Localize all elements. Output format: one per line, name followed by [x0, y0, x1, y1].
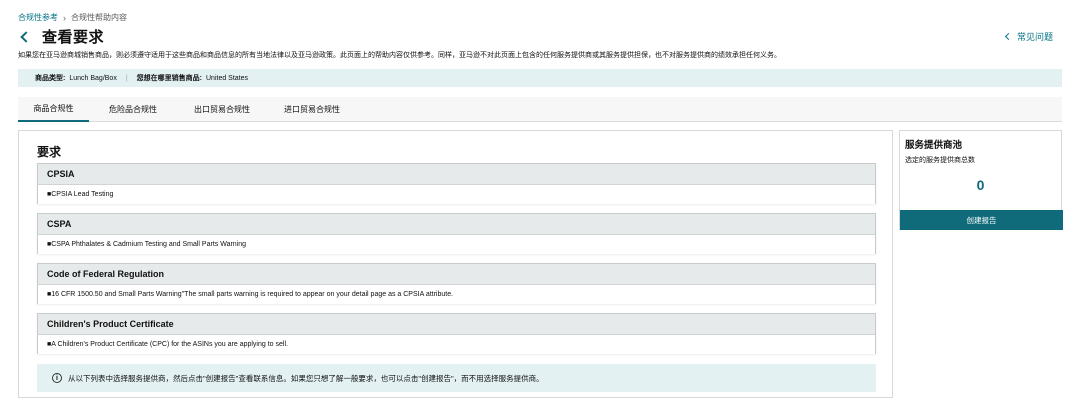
requirement-section-cpc: Children's Product Certificate ■A Childr… [37, 313, 876, 354]
provider-count: 0 [976, 177, 985, 193]
divider: | [125, 74, 128, 82]
faq-link-label: 常见问题 [1016, 32, 1053, 42]
tab-import-trade-compliance[interactable]: 进口贸易合规性 [272, 97, 352, 122]
marketplace-value: United States [206, 74, 249, 82]
requirements-panel: 要求 CPSIA ■CPSIA Lead Testing CSPA ■CSPA … [18, 130, 893, 398]
chevron-left-icon [1004, 32, 1013, 41]
requirement-section-cfr: Code of Federal Regulation ■16 CFR 1500.… [37, 263, 876, 304]
page-title: 查看要求 [42, 29, 105, 46]
provider-pool-title: 服务提供商池 [905, 140, 963, 151]
requirement-detail: ■CSPA Phthalates & Cadmium Testing and S… [38, 235, 875, 254]
requirement-section-cspa: CSPA ■CSPA Phthalates & Cadmium Testing … [37, 213, 876, 254]
product-info-bar: 商品类型: Lunch Bag/Box | 您想在哪里销售商品: United … [18, 69, 1062, 87]
breadcrumb-current: 合规性帮助内容 [71, 13, 127, 22]
requirements-title: 要求 [37, 145, 62, 159]
breadcrumb-separator-icon: › [63, 12, 66, 23]
back-chevron-icon[interactable] [20, 31, 32, 43]
tab-dangerous-goods-compliance[interactable]: 危险品合规性 [100, 97, 166, 122]
requirement-detail: ■16 CFR 1500.50 and Small Parts Warning"… [38, 285, 875, 304]
product-type-value: Lunch Bag/Box [69, 74, 117, 82]
create-report-button[interactable]: 创建报告 [900, 210, 1063, 230]
requirement-detail: ■A Children's Product Certificate (CPC) … [38, 335, 875, 354]
marketplace-label: 您想在哪里销售商品: [136, 75, 202, 82]
breadcrumb-link-compliance-reference[interactable]: 合规性参考 [18, 12, 58, 23]
requirement-heading: CSPA [38, 214, 875, 235]
info-icon: i [52, 373, 62, 383]
product-type-label: 商品类型: [35, 75, 66, 82]
provider-pool-panel: 服务提供商池 选定的服务提供商总数 0 创建报告 [899, 130, 1063, 230]
info-alert-text: 从以下列表中选择服务提供商，然后点击"创建报告"查看联系信息。如果您只想了解一般… [68, 373, 544, 383]
breadcrumb: 合规性参考 › 合规性帮助内容 [18, 12, 127, 23]
tab-product-compliance[interactable]: 商品合规性 [18, 97, 89, 122]
requirement-heading: Children's Product Certificate [38, 314, 875, 335]
disclaimer-text: 如果您在亚马逊商城销售商品，则必须遵守适用于这些商品和商品信息的所有当地法律以及… [18, 52, 781, 59]
provider-pool-subtitle: 选定的服务提供商总数 [905, 157, 975, 164]
requirement-heading: Code of Federal Regulation [38, 264, 875, 285]
requirement-heading: CPSIA [38, 164, 875, 185]
tab-export-trade-compliance[interactable]: 出口贸易合规性 [182, 97, 262, 122]
requirement-detail: ■CPSIA Lead Testing [38, 185, 875, 204]
page-header: 查看要求 [20, 26, 105, 47]
requirement-section-cpsia: CPSIA ■CPSIA Lead Testing [37, 163, 876, 204]
compliance-tabs: 商品合规性 危险品合规性 出口贸易合规性 进口贸易合规性 [18, 97, 1062, 122]
info-alert: i 从以下列表中选择服务提供商，然后点击"创建报告"查看联系信息。如果您只想了解… [37, 364, 876, 392]
faq-link[interactable]: 常见问题 [1004, 30, 1053, 43]
